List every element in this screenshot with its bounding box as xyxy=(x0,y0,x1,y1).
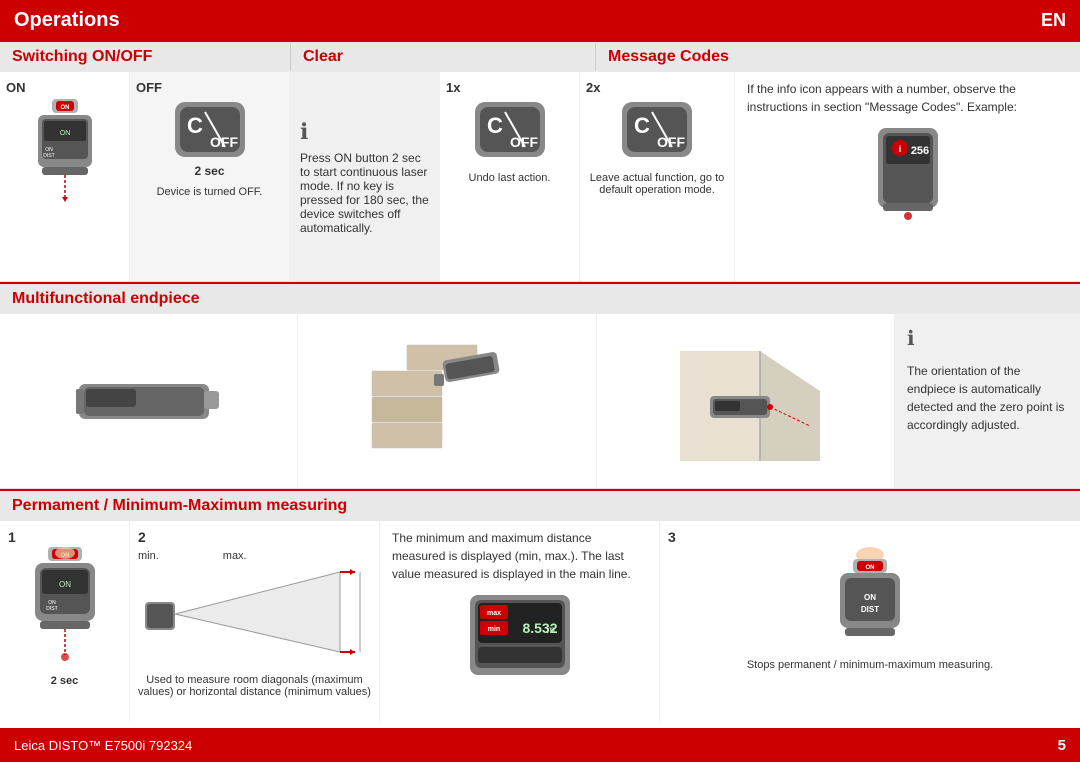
perm-col2-caption: Used to measure room diagonals (maximum … xyxy=(138,674,371,698)
multi-info-column: ℹ The orientation of the endpiece is aut… xyxy=(895,314,1080,488)
svg-text:ON: ON xyxy=(864,593,876,602)
svg-text:ON: ON xyxy=(866,565,875,571)
svg-text:C: C xyxy=(487,113,503,138)
svg-text:C: C xyxy=(634,113,650,138)
perm-col-4: 3 ON ON DIST Stops permanent / minimum-m… xyxy=(660,521,1080,721)
multi-title: Multifunctional endpiece xyxy=(12,290,200,308)
device-on-illustration: ON ON ON DIST xyxy=(20,97,110,202)
perm-num-2: 2 xyxy=(138,529,146,545)
switch-section-body: ON ON ON ON DIST OFF xyxy=(0,72,1080,282)
language-label: EN xyxy=(1041,10,1066,31)
perm-col-1: 1 ON ON ON DIST 2 sec xyxy=(0,521,130,721)
msg-title: Message Codes xyxy=(608,48,729,65)
section-header-perm: Permament / Minimum-Maximum measuring xyxy=(0,489,1080,521)
svg-text:OFF: OFF xyxy=(657,134,685,150)
clear-title: Clear xyxy=(303,48,343,65)
svg-text:ON: ON xyxy=(59,580,71,589)
perm-num-1: 1 xyxy=(8,529,16,545)
perm-col-2: 2 min. max. Used to measure room diagona… xyxy=(130,521,380,721)
multi-info-icon: ℹ xyxy=(907,324,915,354)
perm-col-3: The minimum and maximum distance measure… xyxy=(380,521,660,721)
perm-device-3: ON ON DIST xyxy=(825,545,915,655)
perm-col4-caption: Stops permanent / minimum-maximum measur… xyxy=(747,659,993,671)
beam-illustration xyxy=(140,562,370,672)
1x-caption: Undo last action. xyxy=(469,172,551,184)
2x-caption: Leave actual function, go to default ope… xyxy=(586,172,728,196)
min-label: min. xyxy=(138,550,159,562)
svg-text:min: min xyxy=(487,626,499,633)
message-codes-column: If the info icon appears with a number, … xyxy=(735,72,1080,281)
switch-title: Switching ON/OFF xyxy=(12,48,152,65)
perm-2sec-label: 2 sec xyxy=(51,675,79,687)
off-label: OFF xyxy=(136,80,162,95)
on-label: ON xyxy=(6,80,26,95)
sec-label: 2 sec xyxy=(194,164,224,178)
multi-device-1 xyxy=(74,369,224,434)
multi-device-3 xyxy=(660,331,830,471)
svg-text:C: C xyxy=(187,113,203,138)
top-bar: Operations EN xyxy=(0,0,1080,40)
section-header-multi: Multifunctional endpiece xyxy=(0,282,1080,314)
clear-2x-column: 2x C OFF Leave actual function, go to de… xyxy=(580,72,735,281)
multi-img-1 xyxy=(0,314,298,488)
multi-info-text: The orientation of the endpiece is autom… xyxy=(907,362,1068,434)
msg-codes-text: If the info icon appears with a number, … xyxy=(747,80,1068,116)
c-off-button-3: C OFF xyxy=(617,97,697,162)
perm-device-1: ON ON ON DIST xyxy=(20,545,110,675)
multi-section-body: ℹ The orientation of the endpiece is aut… xyxy=(0,314,1080,489)
switch-header-cell: Switching ON/OFF xyxy=(0,43,290,71)
perm-section-body: 1 ON ON ON DIST 2 sec 2 min. xyxy=(0,521,1080,721)
svg-text:i: i xyxy=(898,144,901,154)
page-number: 5 xyxy=(1058,737,1066,754)
off-caption: Device is turned OFF. xyxy=(157,186,263,198)
svg-text:DIST: DIST xyxy=(46,606,57,612)
svg-text:max: max xyxy=(486,610,500,617)
info-icon: ℹ xyxy=(300,119,308,145)
multi-device-2 xyxy=(367,331,527,471)
info-text: Press ON button 2 sec to start continuou… xyxy=(300,151,430,235)
clear-header-cell: Clear xyxy=(290,43,595,71)
perm-title: Permament / Minimum-Maximum measuring xyxy=(12,497,347,515)
perm-num-3: 3 xyxy=(668,529,676,545)
2x-label: 2x xyxy=(586,80,600,95)
perm-col3-text: The minimum and maximum distance measure… xyxy=(392,529,647,583)
c-off-button-1: C OFF xyxy=(170,97,250,162)
info-column: ℹ Press ON button 2 sec to start continu… xyxy=(290,72,440,281)
on-column: ON ON ON ON DIST xyxy=(0,72,130,281)
svg-text:DIST: DIST xyxy=(43,153,54,159)
svg-text:256: 256 xyxy=(910,145,928,157)
1x-label: 1x xyxy=(446,80,460,95)
msg-device-illustration: i 256 xyxy=(868,126,948,221)
footer-text: Leica DISTO™ E7500i 792324 xyxy=(14,738,192,753)
bottom-bar: Leica DISTO™ E7500i 792324 5 xyxy=(0,728,1080,762)
svg-text:ON: ON xyxy=(60,105,69,111)
max-label: max. xyxy=(223,550,247,562)
svg-text:m: m xyxy=(546,625,554,636)
msg-header-cell: Message Codes xyxy=(595,43,1080,71)
clear-1x-column: 1x C OFF Undo last action. xyxy=(440,72,580,281)
svg-text:ON: ON xyxy=(59,130,70,137)
page-title: Operations xyxy=(14,9,120,32)
perm-display-device: max min 8.532 m xyxy=(465,593,575,683)
multi-img-3 xyxy=(597,314,895,488)
svg-text:OFF: OFF xyxy=(210,134,238,150)
svg-text:OFF: OFF xyxy=(510,134,538,150)
section-header-switch: Switching ON/OFF Clear Message Codes xyxy=(0,40,1080,72)
c-off-button-2: C OFF xyxy=(470,97,550,162)
off-column: OFF C OFF 2 sec Device is turned OFF. xyxy=(130,72,290,281)
svg-text:DIST: DIST xyxy=(861,605,879,614)
multi-img-2 xyxy=(298,314,596,488)
